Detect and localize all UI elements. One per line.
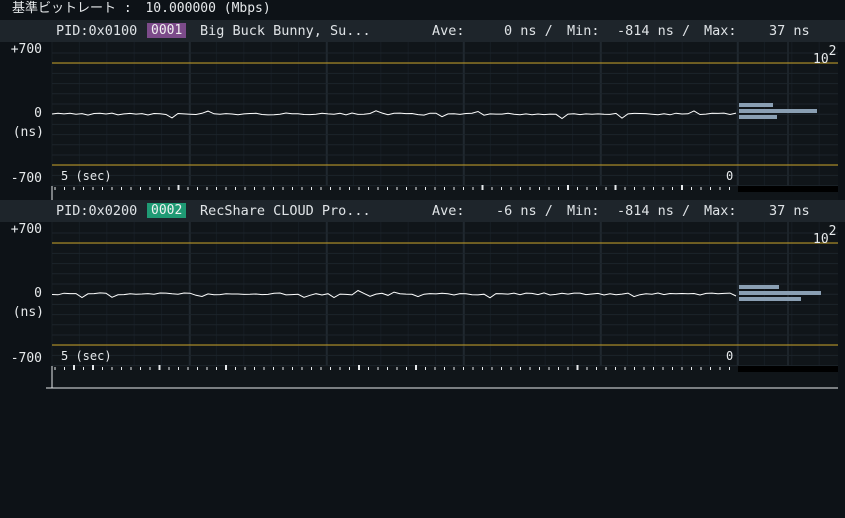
histogram-bar [739,103,773,107]
pid-panel-0200: PID:0x0200 0002 RecShare CLOUD Pro... Av… [0,200,845,389]
pid-label: PID:0x0100 [56,23,138,39]
hist-scale-exp: 2 [829,224,837,239]
jitter-graph: 102 5 (sec) 0 [46,42,838,209]
pid-panel-0100: PID:0x0100 0001 Big Buck Bunny, Su... Av… [0,20,845,209]
pid-label: PID:0x0200 [56,203,138,219]
max-value: 37 ns [769,203,810,219]
max-label: Max: [704,23,737,39]
base-bitrate-label: 基準ビットレート : [12,1,132,16]
ave-value: -6 ns / [496,203,553,219]
histogram-bar [739,291,821,295]
time-zero-label: 0 [726,349,733,363]
ave-label: Ave: [432,203,465,219]
time-span-label: 5 (sec) [61,169,112,183]
hist-scale-base: 10 [813,232,829,247]
histogram-bar [739,297,801,301]
hist-scale-exp: 2 [829,44,837,59]
program-name: RecShare CLOUD Pro... [200,203,371,219]
max-value: 37 ns [769,23,810,39]
time-zero-label: 0 [726,169,733,183]
program-id-badge[interactable]: 0002 [147,203,187,218]
panel-header: PID:0x0100 0001 Big Buck Bunny, Su... Av… [0,20,845,42]
ave-label: Ave: [432,23,465,39]
min-label: Min: [567,23,600,39]
base-bitrate-bar: 基準ビットレート : 10.000000 (Mbps) [0,0,845,18]
min-value: -814 ns / [617,23,691,39]
program-id-badge[interactable]: 0001 [147,23,187,38]
histogram-bar [739,115,777,119]
histogram-bar [739,109,817,113]
min-label: Min: [567,203,600,219]
histogram-bar [739,285,779,289]
max-label: Max: [704,203,737,219]
panel-header: PID:0x0200 0002 RecShare CLOUD Pro... Av… [0,200,845,222]
time-span-label: 5 (sec) [61,349,112,363]
program-name: Big Buck Bunny, Su... [200,23,371,39]
min-value: -814 ns / [617,203,691,219]
hist-scale-base: 10 [813,52,829,67]
jitter-graph: 102 5 (sec) 0 [46,222,838,389]
base-bitrate-value: 10.000000 (Mbps) [145,1,271,16]
ave-value: 0 ns / [504,23,553,39]
